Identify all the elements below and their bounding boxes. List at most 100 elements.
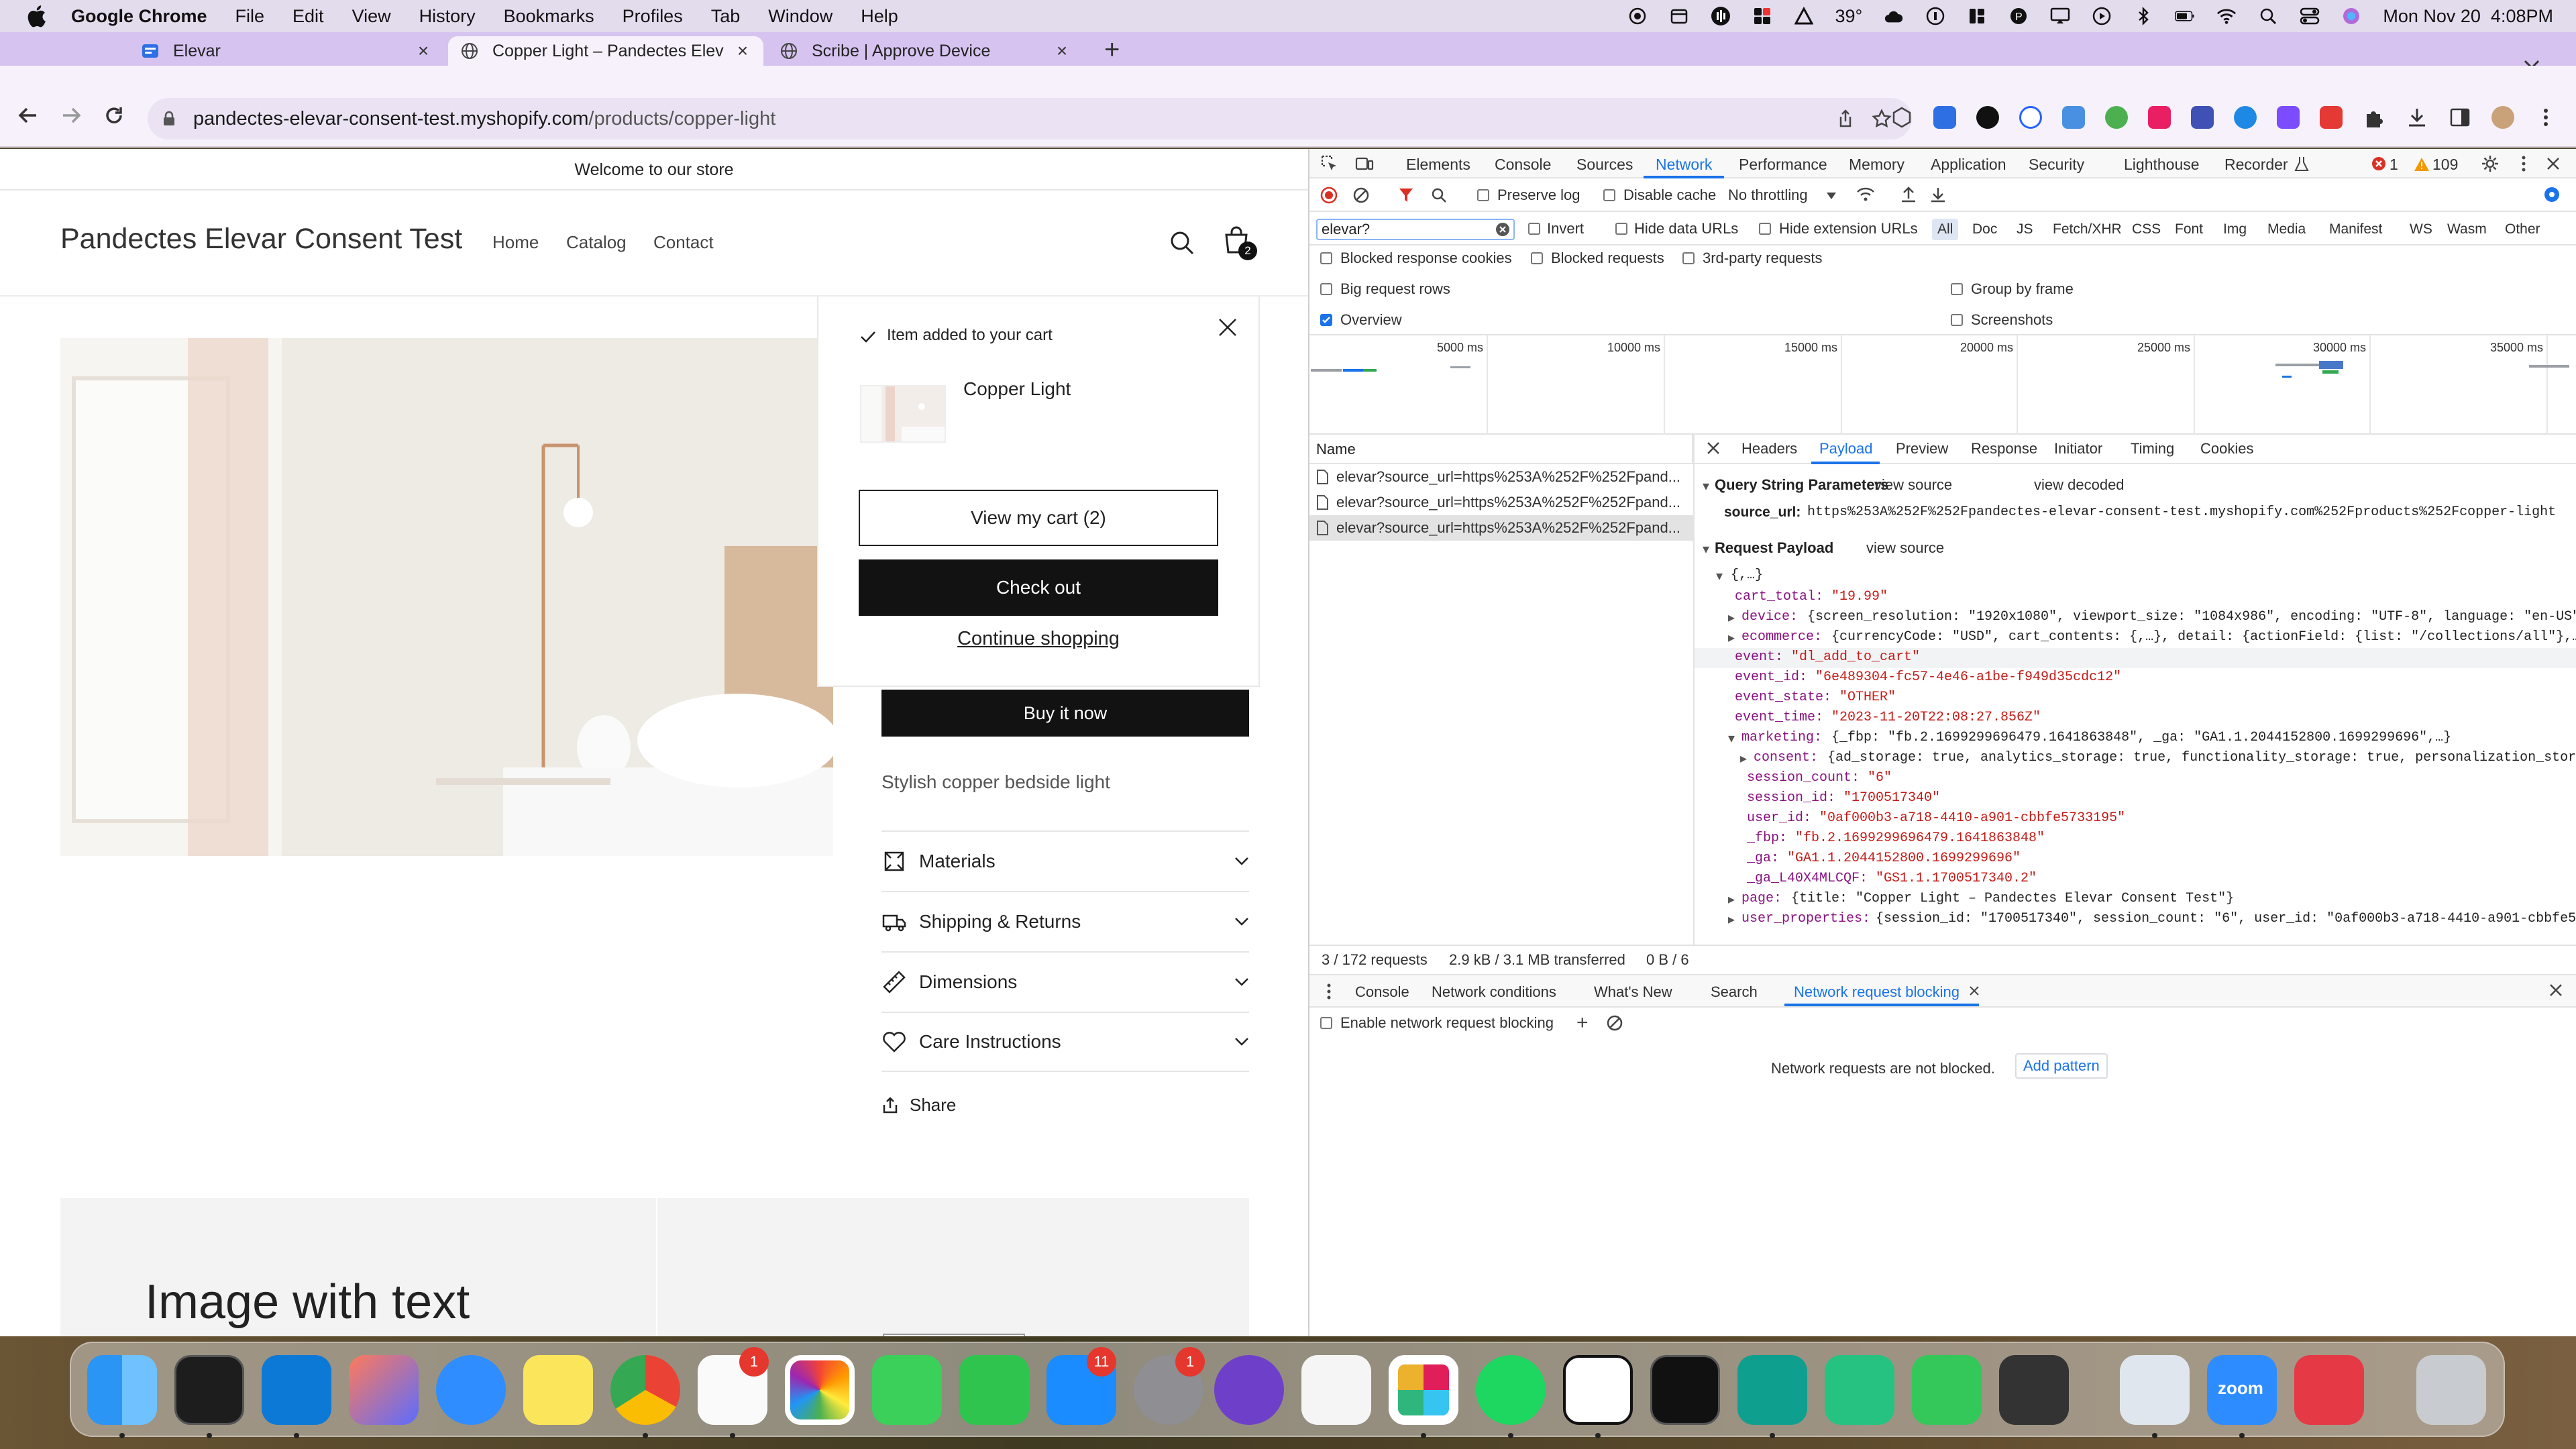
filter-icon[interactable]	[1398, 186, 1414, 204]
throttling-select[interactable]: No throttling	[1728, 186, 1808, 204]
devtools-tab-performance[interactable]: Performance	[1739, 156, 1827, 174]
hide-data-urls-checkbox[interactable]	[1615, 223, 1627, 235]
menubar-clock[interactable]: Mon Nov 20 4:08PM	[2383, 6, 2553, 27]
devtools-close-icon[interactable]	[2544, 154, 2563, 173]
big-request-rows-checkbox[interactable]	[1320, 283, 1332, 295]
screen-mirror-icon[interactable]	[2050, 6, 2070, 26]
terminal-icon[interactable]	[174, 1355, 244, 1425]
tab-close-icon[interactable]: ×	[1053, 40, 1071, 61]
add-pattern-button[interactable]: Add pattern	[2015, 1053, 2108, 1079]
menu-profiles[interactable]: Profiles	[623, 6, 683, 27]
extension-indigo-icon[interactable]	[2191, 106, 2214, 129]
expand-triangle-icon[interactable]: ▸	[1740, 750, 1747, 767]
menu-file[interactable]: File	[235, 6, 265, 27]
close-drawer-tab-icon[interactable]	[1968, 985, 1980, 997]
apple-icon[interactable]	[24, 3, 51, 30]
store-name[interactable]: Pandectes Elevar Consent Test	[60, 223, 462, 256]
search-network-icon[interactable]	[1430, 186, 1448, 204]
drawer-tab-request-blocking[interactable]: Network request blocking	[1794, 983, 1960, 1001]
devtools-tab-memory[interactable]: Memory	[1849, 156, 1904, 174]
bluetooth-icon[interactable]	[2133, 6, 2153, 26]
spotlight-search-icon[interactable]	[2258, 6, 2278, 26]
network-settings-icon[interactable]	[2542, 185, 2561, 204]
warning-icon[interactable]	[2414, 157, 2430, 172]
filter-type-media[interactable]: Media	[2262, 219, 2311, 240]
expand-triangle-icon[interactable]: ▸	[1728, 911, 1735, 928]
extension-window-icon[interactable]	[2062, 106, 2085, 129]
devtools-tab-console[interactable]: Console	[1495, 156, 1551, 174]
devtools-tab-application[interactable]: Application	[1931, 156, 2006, 174]
detail-tab-initiator[interactable]: Initiator	[2054, 440, 2102, 458]
filter-type-font[interactable]: Font	[2169, 219, 2208, 240]
drawer-menu-icon[interactable]	[1326, 982, 1332, 1001]
expand-triangle-icon[interactable]: ▾	[1703, 541, 1709, 558]
facetime-icon[interactable]	[872, 1355, 942, 1425]
menu-window[interactable]: Window	[768, 6, 833, 27]
devtools-tab-recorder[interactable]: Recorder	[2224, 156, 2288, 174]
filter-type-js[interactable]: JS	[2011, 219, 2039, 240]
third-party-requests-checkbox[interactable]	[1682, 252, 1695, 264]
menu-help[interactable]: Help	[861, 6, 898, 27]
devtools-tab-lighthouse[interactable]: Lighthouse	[2124, 156, 2200, 174]
github-desktop-icon[interactable]	[1214, 1355, 1284, 1425]
accordion-dimensions[interactable]: Dimensions	[881, 951, 1249, 1012]
settings-gear-icon[interactable]	[2481, 154, 2500, 173]
extension-eye-icon[interactable]	[2234, 106, 2257, 129]
expand-triangle-icon[interactable]: ▾	[1703, 478, 1709, 495]
p-status-icon[interactable]: P	[2008, 6, 2029, 26]
side-panel-icon[interactable]	[2449, 106, 2471, 129]
bookmark-star-icon[interactable]	[1872, 109, 1892, 129]
continue-shopping-link[interactable]: Continue shopping	[859, 628, 1218, 650]
activity-monitor-icon[interactable]	[1650, 1355, 1720, 1425]
overview-checkbox[interactable]	[1320, 314, 1332, 326]
view-cart-button[interactable]: View my cart (2)	[859, 490, 1218, 546]
drawer-tab-whats-new[interactable]: What's New	[1594, 983, 1672, 1001]
textedit-icon[interactable]	[1301, 1355, 1371, 1425]
extension-blue-icon[interactable]	[1933, 106, 1956, 129]
chrome-icon[interactable]	[610, 1355, 680, 1425]
extension-puzzle-gear-icon[interactable]	[1890, 106, 1913, 129]
scribe-icon[interactable]	[1737, 1355, 1807, 1425]
notes-icon[interactable]	[523, 1355, 593, 1425]
network-conditions-icon[interactable]	[1856, 185, 1876, 204]
product-image[interactable]	[60, 338, 833, 856]
expand-triangle-icon[interactable]: ▾	[1716, 568, 1723, 585]
drawer-tab-network-conditions[interactable]: Network conditions	[1432, 983, 1556, 1001]
extensions-puzzle-icon[interactable]	[2363, 106, 2385, 129]
photos-icon[interactable]	[785, 1355, 855, 1425]
notion-icon[interactable]	[1563, 1355, 1633, 1425]
error-icon[interactable]	[2371, 156, 2387, 172]
filter-type-all[interactable]: All	[1932, 219, 1959, 240]
devtools-tab-sources[interactable]: Sources	[1576, 156, 1633, 174]
profile-avatar[interactable]	[2491, 106, 2514, 129]
filter-type-img[interactable]: Img	[2218, 219, 2252, 240]
info-status-icon[interactable]	[1925, 6, 1945, 26]
tab-scribe[interactable]: Scribe | Approve Device ×	[767, 36, 1083, 66]
extension-dark-icon[interactable]	[1976, 106, 1999, 129]
drawer-tab-console[interactable]: Console	[1355, 983, 1409, 1001]
view-decoded-link[interactable]: view decoded	[2034, 476, 2125, 494]
detail-tab-headers[interactable]: Headers	[1741, 440, 1797, 458]
filter-type-wasm[interactable]: Wasm	[2442, 219, 2492, 240]
record-stop-icon[interactable]	[1320, 186, 1338, 204]
inspect-element-icon[interactable]	[1320, 154, 1339, 173]
request-row[interactable]: elevar?source_url=https%253A%252F%252Fpa…	[1309, 490, 1693, 515]
detail-tab-cookies[interactable]: Cookies	[2200, 440, 2253, 458]
add-pattern-plus-icon[interactable]: +	[1576, 1012, 1589, 1034]
address-bar[interactable]: pandectes-elevar-consent-test.myshopify.…	[148, 98, 1912, 140]
group-by-frame-checkbox[interactable]	[1951, 283, 1963, 295]
search-icon[interactable]	[1167, 228, 1197, 258]
blocked-requests-checkbox[interactable]	[1531, 252, 1543, 264]
tab-close-icon[interactable]: ×	[415, 40, 432, 61]
nav-catalog[interactable]: Catalog	[566, 232, 627, 253]
grid-app-status-icon[interactable]	[1752, 6, 1772, 26]
filter-type-manifest[interactable]: Manifest	[2324, 219, 2387, 240]
tab-elevar[interactable]: Elevar ×	[129, 36, 444, 66]
battery-icon[interactable]	[2175, 6, 2195, 26]
expand-triangle-icon[interactable]: ▸	[1728, 609, 1735, 627]
request-row[interactable]: elevar?source_url=https%253A%252F%252Fpa…	[1309, 464, 1693, 490]
slack-icon[interactable]	[1389, 1355, 1458, 1425]
detail-tab-preview[interactable]: Preview	[1896, 440, 1948, 458]
control-center-icon[interactable]	[2300, 6, 2320, 26]
detail-tab-response[interactable]: Response	[1971, 440, 2037, 458]
